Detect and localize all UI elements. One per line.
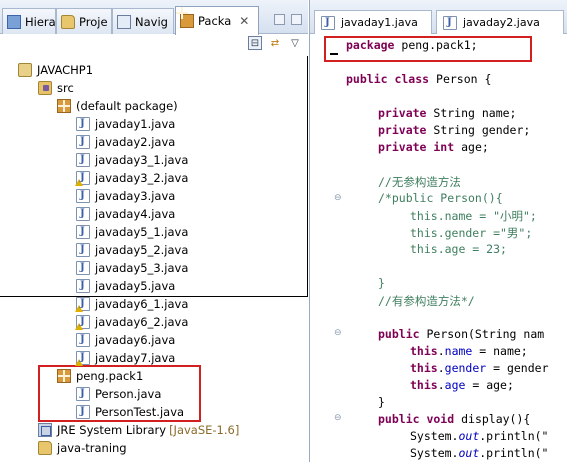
- code-line-comment-name[interactable]: this.name = "小明";: [410, 208, 537, 225]
- collapse-all-icon[interactable]: ⊟: [248, 36, 262, 50]
- tree-file-item[interactable]: javaday4.java: [76, 205, 175, 223]
- tree-file-item[interactable]: javaday6_2.java: [75, 313, 188, 331]
- java-file-warning-icon: [75, 315, 90, 330]
- editor-gutter: [310, 34, 340, 462]
- left-tab-bar: Hierar Proje Navig Packa ✕: [0, 0, 308, 35]
- package-highlight-box: [38, 365, 201, 422]
- code-line-comment-start[interactable]: /*public Person(){: [378, 191, 503, 208]
- package-explorer-icon: [180, 14, 194, 28]
- link-with-editor-icon[interactable]: ⇄: [268, 36, 282, 50]
- code-line-comment-no-arg[interactable]: //无参构造方法: [378, 174, 461, 191]
- hierarchy-icon: [7, 14, 21, 29]
- close-icon[interactable]: ✕: [239, 14, 249, 28]
- java-file-icon: [76, 243, 90, 257]
- java-file-icon: [76, 135, 90, 149]
- java-file-icon: [321, 15, 335, 30]
- project-folder-icon: [38, 441, 52, 455]
- tree-jre-system-library[interactable]: JRE System Library [JavaSE-1.6]: [38, 421, 239, 439]
- code-line-field-name[interactable]: private String name;: [378, 106, 516, 123]
- code-line-comment-with-arg[interactable]: //有参构造方法*/: [378, 293, 475, 310]
- code-line-assign-name[interactable]: this.name = name;: [410, 344, 528, 361]
- tree-project-javachp1[interactable]: JAVACHP1: [18, 61, 93, 79]
- code-line-println-2[interactable]: System.out.println(": [410, 446, 549, 462]
- java-file-warning-icon: [75, 171, 90, 186]
- package-explorer-pane: Hierar Proje Navig Packa ✕ ⊟ ⇄ ▽ JAVACHP…: [0, 0, 308, 462]
- package-line-highlight-box: [324, 36, 532, 62]
- tree-file-item[interactable]: javaday6_1.java: [75, 295, 188, 313]
- tree-file-item[interactable]: javaday3_1.java: [76, 151, 188, 169]
- java-file-icon: [76, 207, 90, 221]
- tab-navigator[interactable]: Navig: [112, 8, 174, 34]
- java-file-icon: [443, 15, 457, 30]
- java-file-icon: [76, 117, 90, 131]
- tab-project[interactable]: Proje: [56, 8, 112, 34]
- project-folder-icon: [61, 14, 75, 29]
- view-menu-chevron-down-icon[interactable]: ▽: [288, 36, 302, 50]
- java-file-icon: [76, 261, 90, 275]
- tree-file-item[interactable]: javaday5_3.java: [76, 259, 188, 277]
- java-file-icon: [76, 189, 90, 203]
- tab-javaday1[interactable]: javaday1.java: [314, 10, 432, 34]
- tree-file-item[interactable]: javaday6.java: [76, 331, 175, 349]
- tree-file-item[interactable]: javaday5.java: [76, 277, 175, 295]
- code-line-field-age[interactable]: private int age;: [378, 140, 489, 157]
- tree-src-folder[interactable]: src: [38, 79, 74, 97]
- java-project-icon: [18, 63, 32, 77]
- tree-file-item[interactable]: javaday3_2.java: [75, 169, 188, 187]
- tree-file-item[interactable]: javaday3.java: [76, 187, 175, 205]
- tree-project-java-traning[interactable]: java-traning: [38, 439, 127, 457]
- code-line-assign-age[interactable]: this.age = age;: [410, 378, 514, 395]
- minimize-icon[interactable]: [274, 14, 285, 25]
- tree-file-item[interactable]: javaday7.java: [75, 349, 175, 367]
- source-folder-icon: [38, 81, 52, 95]
- editor-pane: javaday1.java javaday2.java ⊖ ⊖ ⊖ packag…: [309, 0, 567, 462]
- code-line-constructor[interactable]: public Person(String nam: [378, 327, 544, 344]
- fold-marker-icon[interactable]: ⊖: [334, 329, 342, 338]
- code-line-comment-gender[interactable]: this.gender ="男";: [410, 225, 532, 242]
- view-window-controls: [274, 14, 302, 25]
- code-line-field-gender[interactable]: private String gender;: [378, 123, 530, 140]
- java-file-icon: [76, 333, 90, 347]
- tab-package-explorer[interactable]: Packa ✕: [175, 6, 259, 35]
- code-line-close-brace[interactable]: }: [378, 395, 385, 412]
- code-line-class[interactable]: public class Person {: [346, 72, 491, 89]
- java-file-icon: [76, 153, 90, 167]
- maximize-icon[interactable]: [291, 14, 302, 25]
- navigator-icon: [117, 14, 131, 29]
- code-line-println-1[interactable]: System.out.println(": [410, 429, 549, 446]
- tree-file-item[interactable]: javaday5_2.java: [76, 241, 188, 259]
- tab-hierarchy[interactable]: Hierar: [2, 8, 56, 34]
- java-file-warning-icon: [75, 297, 90, 312]
- view-toolbar: ⊟ ⇄ ▽: [248, 36, 302, 50]
- tab-javaday2[interactable]: javaday2.java: [436, 10, 564, 34]
- java-file-icon: [76, 279, 90, 293]
- java-file-warning-icon: [75, 351, 90, 366]
- tree-default-package[interactable]: (default package): [57, 97, 178, 115]
- code-line-assign-gender[interactable]: this.gender = gender: [410, 361, 549, 378]
- library-icon: [38, 423, 52, 437]
- code-line-comment-age[interactable]: this.age = 23;: [410, 242, 507, 259]
- fold-marker-icon[interactable]: ⊖: [334, 414, 342, 423]
- tree-file-item[interactable]: javaday1.java: [76, 115, 175, 133]
- package-icon: [57, 99, 71, 113]
- code-line-comment-brace[interactable]: }: [378, 276, 385, 293]
- java-file-icon: [76, 225, 90, 239]
- fold-marker-icon[interactable]: ⊖: [334, 194, 342, 203]
- tree-file-item[interactable]: javaday5_1.java: [76, 223, 188, 241]
- editor-tab-bar: javaday1.java javaday2.java: [310, 0, 567, 34]
- code-line-display[interactable]: public void display(){: [378, 412, 530, 429]
- tree-file-item[interactable]: javaday2.java: [76, 133, 175, 151]
